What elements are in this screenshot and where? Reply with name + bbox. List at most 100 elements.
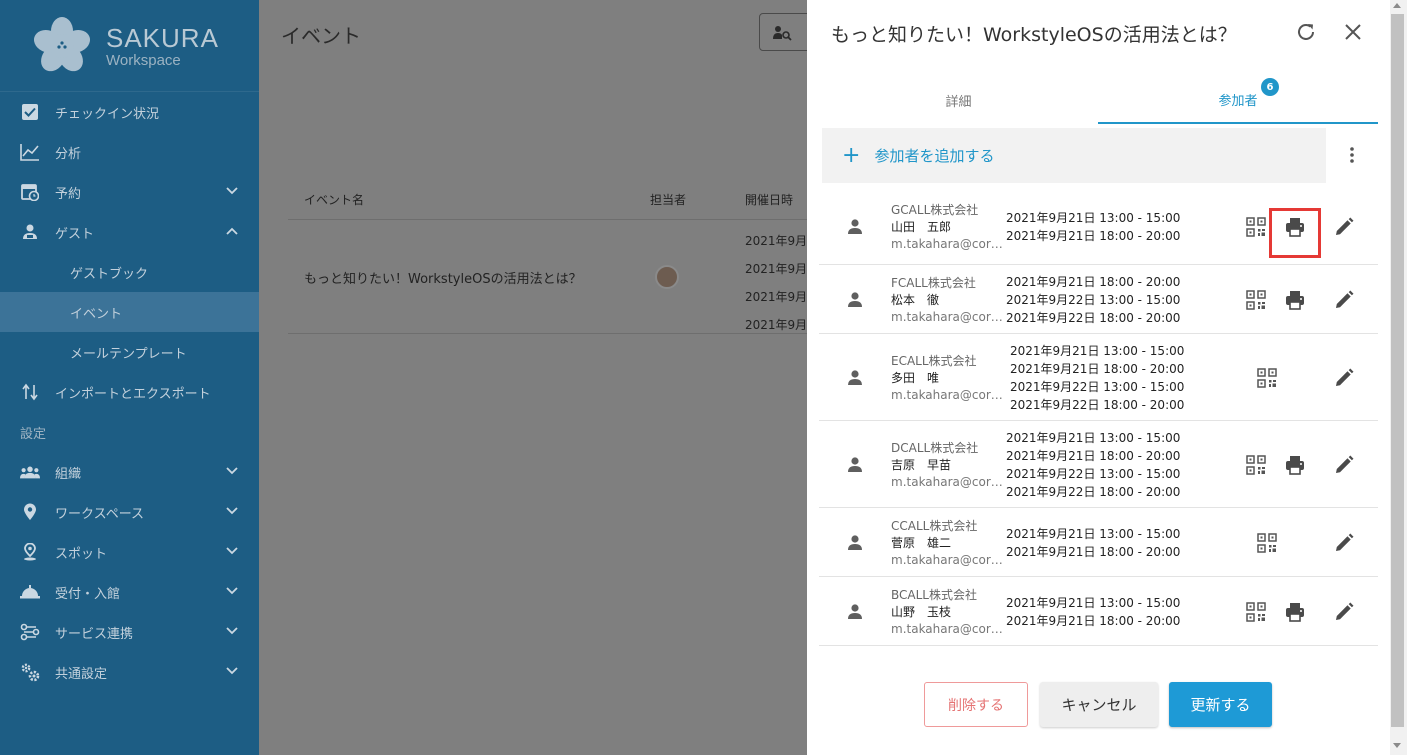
participant-row[interactable]: GCALL株式会社 山田 五郎 m.takahara@corp... 2021年…	[819, 188, 1378, 265]
sakura-logo-icon	[32, 16, 92, 76]
sidebar-subitem-guestbook[interactable]: ゲストブック	[0, 252, 259, 292]
participant-row[interactable]: FCALL株式会社 松本 徹 m.takahara@corp... 2021年9…	[819, 265, 1378, 334]
participant-row[interactable]: ECALL株式会社 多田 唯 m.takahara@corp... 2021年9…	[819, 334, 1378, 421]
participant-info: DCALL株式会社 吉原 早苗 m.takahara@corp...	[891, 440, 1009, 491]
column-header-owner[interactable]: 担当者	[650, 191, 686, 208]
schedule-item: 2021年9月21日 13:00 - 15:00	[1006, 430, 1181, 445]
participant-name: 菅原 雄二	[891, 535, 952, 550]
participant-company: ECALL株式会社	[891, 353, 977, 368]
schedule-item: 2021年9月22日 18:00 - 20:00	[1010, 397, 1185, 412]
column-header-datetime[interactable]: 開催日時	[745, 191, 793, 208]
sidebar-item-label: サービス連携	[55, 626, 134, 642]
schedule-item: 2021年9月21日 18:00 - 20:00	[1006, 448, 1181, 463]
table-row[interactable]: もっと知りたい！WorkstyleOSの活用法とは？ 2021年9月 2021年…	[288, 221, 808, 334]
schedule-item: 2021年9月21日 18:00 - 20:00	[1010, 361, 1185, 376]
more-options-button[interactable]	[1345, 143, 1359, 167]
schedule-item: 2021年9月21日 18:00 - 20:00	[1006, 544, 1181, 559]
participant-schedules: 2021年9月21日 13:00 - 15:00 2021年9月21日 18:00…	[1006, 429, 1180, 501]
people-icon	[20, 462, 40, 482]
person-icon	[845, 290, 865, 310]
sidebar-item-label: 予約	[55, 186, 82, 202]
sidebar-item-integration[interactable]: サービス連携	[0, 612, 259, 652]
guest-icon	[20, 222, 40, 242]
schedule-item: 2021年9月21日 13:00 - 15:00	[1006, 210, 1181, 225]
refresh-button[interactable]	[1294, 20, 1318, 44]
edit-icon[interactable]	[1333, 216, 1355, 238]
edit-icon[interactable]	[1333, 454, 1355, 476]
map-pin-icon	[20, 502, 40, 522]
participant-schedules: 2021年9月21日 13:00 - 15:00 2021年9月21日 18:00…	[1006, 209, 1180, 245]
sidebar-item-label: ゲスト	[55, 226, 95, 242]
edit-icon[interactable]	[1333, 289, 1355, 311]
sidebar-item-reception[interactable]: 受付・入館	[0, 572, 259, 612]
print-icon[interactable]	[1284, 289, 1306, 311]
person-icon	[845, 217, 865, 237]
event-dates-cell: 2021年9月 2021年9月 2021年9月 2021年9月	[745, 227, 808, 339]
user-search-icon	[773, 26, 792, 41]
logo[interactable]: SAKURA Workspace	[0, 0, 259, 92]
sidebar-item-organization[interactable]: 組織	[0, 452, 259, 492]
qr-code-icon[interactable]	[1246, 216, 1266, 237]
sidebar-item-label: メールテンプレート	[70, 346, 187, 362]
sidebar-subitem-event[interactable]: イベント	[0, 292, 259, 332]
window-edge	[1407, 0, 1424, 755]
qr-code-icon[interactable]	[1246, 454, 1266, 475]
participant-company: DCALL株式会社	[891, 440, 979, 455]
tab-participants[interactable]: 参加者 6	[1098, 76, 1378, 124]
sidebar-item-import-export[interactable]: インポートとエクスポート	[0, 372, 259, 412]
participant-company: FCALL株式会社	[891, 275, 976, 290]
participant-row[interactable]: BCALL株式会社 山野 玉枝 m.takahara@corp... 2021年…	[819, 577, 1378, 646]
drawer-tabs: 詳細 参加者 6	[819, 76, 1378, 124]
drawer-title: もっと知りたい！WorkstyleOSの活用法とは？	[831, 24, 1237, 46]
scroll-down-arrow-icon[interactable]	[1393, 743, 1401, 748]
sidebar-item-label: イベント	[70, 306, 123, 322]
qr-code-icon[interactable]	[1246, 289, 1266, 310]
participant-info: CCALL株式会社 菅原 雄二 m.takahara@corp...	[891, 518, 1009, 569]
print-icon[interactable]	[1284, 601, 1306, 623]
participant-email: m.takahara@corp...	[891, 309, 1009, 324]
sidebar-item-analysis[interactable]: 分析	[0, 132, 259, 172]
chevron-down-icon	[226, 467, 238, 475]
sidebar-item-spot[interactable]: スポット	[0, 532, 259, 572]
main-content-overlay[interactable]: イベント イベント名 担当者 開催日時 もっと知りたい！WorkstyleOSの…	[259, 0, 819, 755]
sidebar-item-checkin[interactable]: チェックイン状況	[0, 92, 259, 132]
refresh-icon	[1298, 23, 1314, 40]
qr-code-icon[interactable]	[1257, 532, 1277, 553]
qr-code-icon[interactable]	[1257, 367, 1277, 388]
participant-email: m.takahara@corp...	[891, 236, 1009, 251]
close-icon	[1345, 24, 1361, 40]
sidebar-item-label: スポット	[55, 546, 108, 562]
event-date: 2021年9月	[745, 318, 808, 332]
update-button[interactable]: 更新する	[1169, 682, 1272, 727]
more-vert-icon	[1350, 147, 1354, 163]
schedule-item: 2021年9月21日 18:00 - 20:00	[1006, 274, 1181, 289]
qr-code-icon[interactable]	[1246, 601, 1266, 622]
participant-name: 吉原 早苗	[891, 457, 952, 472]
participant-row[interactable]: DCALL株式会社 吉原 早苗 m.takahara@corp... 2021年…	[819, 421, 1378, 508]
sidebar-item-common-settings[interactable]: 共通設定	[0, 652, 259, 692]
sidebar-item-guest[interactable]: ゲスト	[0, 212, 259, 252]
schedule-item: 2021年9月21日 13:00 - 15:00	[1006, 526, 1181, 541]
scrollbar-thumb[interactable]	[1391, 14, 1404, 727]
sidebar-item-workspace[interactable]: ワークスペース	[0, 492, 259, 532]
edit-icon[interactable]	[1333, 601, 1355, 623]
edit-icon[interactable]	[1333, 532, 1355, 554]
edit-icon[interactable]	[1333, 367, 1355, 389]
participant-row[interactable]: CCALL株式会社 菅原 雄二 m.takahara@corp... 2021年…	[819, 508, 1378, 577]
schedule-item: 2021年9月22日 18:00 - 20:00	[1006, 310, 1181, 325]
participant-company: GCALL株式会社	[891, 202, 979, 217]
cancel-button[interactable]: キャンセル	[1040, 682, 1158, 727]
participant-schedules: 2021年9月21日 13:00 - 15:00 2021年9月21日 18:00…	[1010, 342, 1184, 414]
print-icon[interactable]	[1284, 454, 1306, 476]
scroll-up-arrow-icon[interactable]	[1393, 3, 1401, 8]
delete-button[interactable]: 削除する	[924, 682, 1028, 727]
sidebar-subitem-mail-template[interactable]: メールテンプレート	[0, 332, 259, 372]
add-participant-button[interactable]: + 参加者を追加する	[822, 128, 1326, 183]
column-header-event-name[interactable]: イベント名	[304, 191, 364, 208]
close-button[interactable]	[1341, 20, 1365, 44]
sidebar-item-reservation[interactable]: 予約	[0, 172, 259, 212]
logo-subtitle: Workspace	[106, 51, 181, 69]
chevron-down-icon	[226, 667, 238, 675]
tab-details[interactable]: 詳細	[819, 76, 1098, 124]
plus-icon: +	[842, 142, 861, 168]
